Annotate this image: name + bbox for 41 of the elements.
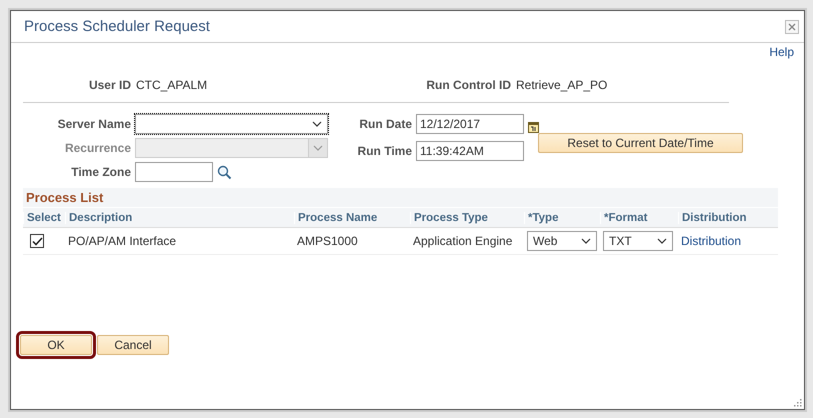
chevron-down-icon [581, 238, 591, 244]
select-checkbox[interactable] [30, 234, 44, 248]
column-header: Select [23, 212, 65, 224]
search-icon[interactable] [217, 164, 232, 180]
user-id-value: CTC_APALM [136, 78, 208, 92]
reset-date-time-button[interactable]: Reset to Current Date/Time [538, 133, 743, 153]
time-zone-field[interactable] [135, 162, 213, 182]
table-cell-text: AMPS1000 [296, 234, 359, 248]
run-time-field[interactable]: 11:39:42AM [416, 141, 524, 161]
table-cell-text: PO/AP/AM Interface [67, 234, 178, 248]
column-header: *Format [600, 212, 678, 224]
run-date-field[interactable]: 12/12/2017 [416, 114, 524, 134]
chevron-down-icon [312, 121, 322, 127]
field-label: Recurrence [64, 141, 131, 155]
field-label: User ID [88, 78, 131, 92]
type-dropdown[interactable]: Web [527, 231, 597, 251]
field-label: Time Zone [70, 165, 131, 179]
column-header: Description [65, 212, 294, 224]
close-button[interactable] [785, 20, 799, 34]
chevron-down-icon [313, 145, 323, 151]
field-label: Server Name [56, 117, 131, 131]
dialog-button[interactable]: Cancel [97, 335, 169, 355]
column-header: *Type [524, 212, 600, 224]
column-header: Process Type [410, 212, 524, 224]
format-dropdown[interactable]: TXT [603, 231, 673, 251]
column-header: Process Name [294, 212, 410, 224]
server-name-dropdown[interactable] [135, 114, 328, 134]
calendar-icon[interactable] [528, 121, 539, 133]
help-link[interactable]: Help [769, 45, 794, 61]
dialog-title: Process Scheduler Request [24, 18, 210, 35]
close-icon [788, 22, 796, 30]
table-cell-text: Application Engine [412, 234, 514, 248]
resize-grip-icon[interactable] [793, 398, 802, 407]
chevron-down-icon [657, 238, 667, 244]
field-label: Run Date [358, 117, 412, 131]
field-label: Run Control ID [425, 78, 511, 92]
distribution-link[interactable]: Distribution [681, 234, 742, 248]
run-control-id-value: Retrieve_AP_PO [516, 78, 608, 92]
column-header: Distribution [678, 212, 778, 224]
field-label: Run Time [356, 144, 412, 158]
section-title: Process List [23, 188, 778, 207]
